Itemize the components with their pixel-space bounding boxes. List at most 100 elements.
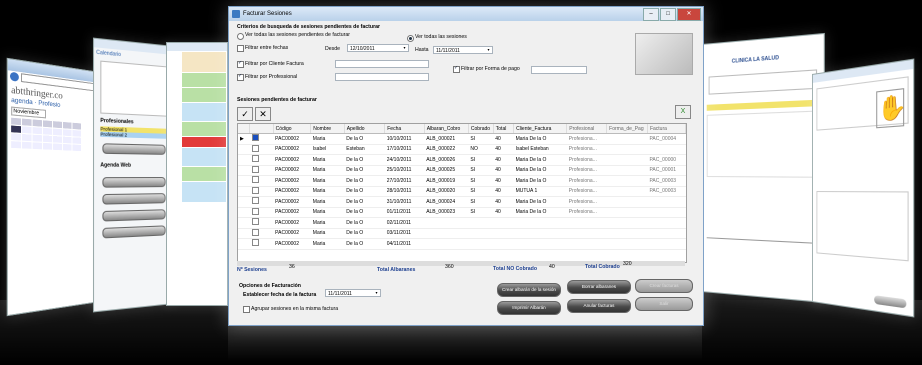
group-sessions-checkbox[interactable]: [243, 306, 250, 313]
salir-button[interactable]: Salir: [635, 297, 693, 311]
table-cell: [566, 238, 607, 250]
side-button[interactable]: [102, 177, 166, 188]
col-apellido[interactable]: Apellido: [344, 124, 386, 134]
row-indicator: [238, 165, 250, 176]
table-cell: 40: [493, 175, 514, 187]
table-cell: ALB_000020: [424, 186, 469, 197]
close-icon[interactable]: ✕: [677, 8, 701, 21]
table-cell: Maria: [310, 207, 345, 218]
table-row[interactable]: ▶ PAC00002 Maria De la O 10/10/2011 ALB_00002…: [238, 133, 686, 145]
table-row[interactable]: PAC00002 Maria De la O 02/11/2011: [238, 217, 686, 229]
row-checkbox[interactable]: [249, 175, 274, 187]
month-grid[interactable]: [100, 60, 168, 117]
col-albaran[interactable]: Albaran_Cobro: [424, 124, 469, 134]
table-cell: De la O: [344, 196, 385, 208]
table-row[interactable]: PAC00002 Maria De la O 27/10/2011 ALB_000019…: [238, 175, 686, 187]
from-date-input[interactable]: 12/10/2011 ▾: [347, 44, 409, 52]
billing-date-input[interactable]: 11/11/2011 ▾: [325, 289, 381, 297]
checkbox-icon[interactable]: [251, 186, 259, 194]
crear-albaran-button[interactable]: Crear albarán de la sesión: [497, 283, 561, 297]
row-checkbox[interactable]: [249, 165, 274, 176]
check-icon[interactable]: ✓: [237, 107, 253, 121]
col-codigo[interactable]: Código: [273, 124, 312, 134]
back-icon[interactable]: [10, 71, 19, 82]
checkbox-icon[interactable]: [251, 228, 259, 236]
checkbox-icon[interactable]: [251, 207, 259, 215]
col-nombre[interactable]: Nombre: [310, 124, 345, 134]
table-row[interactable]: PAC00002 Isabel Esteban 17/10/2011 ALB_00002…: [238, 144, 686, 155]
anular-facturas-button[interactable]: Anular facturas: [567, 299, 631, 313]
chevron-down-icon: ▾: [487, 47, 490, 52]
table-cell: 40: [493, 154, 514, 166]
col-forma-pago[interactable]: Forma_de_Pag: [606, 124, 648, 134]
checkbox-icon[interactable]: [251, 165, 259, 173]
checkbox-icon[interactable]: [251, 155, 259, 163]
maximize-icon[interactable]: □: [660, 8, 676, 21]
table-cell: Maria De la O: [513, 175, 567, 187]
header-logo-image: [635, 33, 693, 75]
table-cell: PAC_00000: [647, 154, 686, 166]
table-row[interactable]: PAC00002 Maria De la O 01/11/2011 ALB_000023…: [238, 207, 686, 218]
col-total[interactable]: Total: [493, 124, 515, 134]
checkbox-icon[interactable]: [251, 239, 259, 247]
form-grid: [816, 191, 909, 262]
side-button[interactable]: [102, 193, 166, 205]
form-button[interactable]: [874, 295, 907, 309]
checkbox-icon[interactable]: [251, 218, 259, 226]
row-checkbox[interactable]: [249, 217, 274, 229]
side-button[interactable]: [102, 225, 166, 239]
filter-client-checkbox[interactable]: [237, 60, 244, 68]
checkbox-icon[interactable]: [251, 144, 259, 152]
table-cell: Maria: [310, 175, 345, 187]
col-cliente[interactable]: Cliente_Factura: [513, 124, 568, 134]
crear-facturas-button[interactable]: Crear facturas: [635, 279, 693, 293]
table-row[interactable]: PAC00002 Maria De la O 28/10/2011 ALB_000020…: [238, 186, 686, 197]
radio-pending[interactable]: [237, 33, 244, 40]
row-checkbox[interactable]: [249, 154, 274, 166]
month-select[interactable]: Noviembre: [11, 106, 47, 119]
table-cell: PAC00002: [273, 196, 311, 208]
col-fecha[interactable]: Fecha: [384, 124, 425, 134]
row-checkbox[interactable]: [249, 144, 274, 155]
checkbox-icon[interactable]: [251, 176, 259, 184]
radio-all[interactable]: [407, 35, 414, 42]
row-checkbox[interactable]: [249, 133, 274, 145]
row-checkbox[interactable]: [249, 207, 274, 218]
to-date-input[interactable]: 11/11/2011 ▾: [433, 46, 493, 54]
row-checkbox[interactable]: [249, 238, 274, 250]
row-checkbox[interactable]: [249, 186, 274, 197]
close-icon[interactable]: ✕: [255, 107, 271, 121]
table-row[interactable]: PAC00002 Maria De la O 24/10/2011 ALB_000026…: [238, 154, 686, 166]
col-profesional[interactable]: Profesional: [566, 124, 608, 134]
col-factura[interactable]: Factura: [647, 124, 686, 134]
imprimir-albaran-button[interactable]: Imprimir Albarán: [497, 301, 561, 315]
table-row[interactable]: PAC00002 Maria De la O 03/11/2011: [238, 228, 686, 239]
filter-dates-checkbox[interactable]: [237, 45, 244, 52]
filter-payment-checkbox[interactable]: [453, 65, 460, 73]
table-row[interactable]: PAC00002 Maria De la O 25/10/2011 ALB_000025…: [238, 165, 686, 176]
table-cell: PAC00002: [273, 154, 311, 166]
row-checkbox[interactable]: [249, 196, 274, 208]
table-row[interactable]: PAC00002 Maria De la O 31/10/2011 ALB_000024…: [238, 196, 686, 208]
table-cell: Maria: [310, 186, 345, 197]
table-cell: Maria: [310, 238, 345, 250]
row-checkbox[interactable]: [249, 228, 274, 239]
web-agenda-label: Agenda Web: [100, 162, 132, 169]
checkbox-icon[interactable]: [251, 134, 259, 142]
checkbox-icon[interactable]: [251, 197, 259, 205]
filter-professional-checkbox[interactable]: [237, 73, 244, 81]
professional-input[interactable]: [335, 73, 429, 81]
side-button[interactable]: [102, 209, 166, 222]
excel-icon[interactable]: X: [675, 105, 691, 119]
table-cell: De la O: [344, 207, 385, 218]
client-input[interactable]: [335, 60, 429, 68]
table-row[interactable]: PAC00002 Maria De la O 04/11/2011: [238, 238, 686, 250]
pro-item-2[interactable]: Profesional 2: [100, 131, 168, 139]
minimize-icon[interactable]: –: [643, 8, 659, 21]
sessions-grid[interactable]: Código Nombre Apellido Fecha Albaran_Cob…: [237, 123, 687, 263]
side-button[interactable]: [102, 143, 166, 155]
borrar-albaranes-button[interactable]: Borrar albaranes: [567, 280, 631, 294]
payment-input[interactable]: [531, 66, 587, 74]
table-cell: [647, 144, 686, 155]
col-cobrado[interactable]: Cobrado: [468, 124, 494, 134]
